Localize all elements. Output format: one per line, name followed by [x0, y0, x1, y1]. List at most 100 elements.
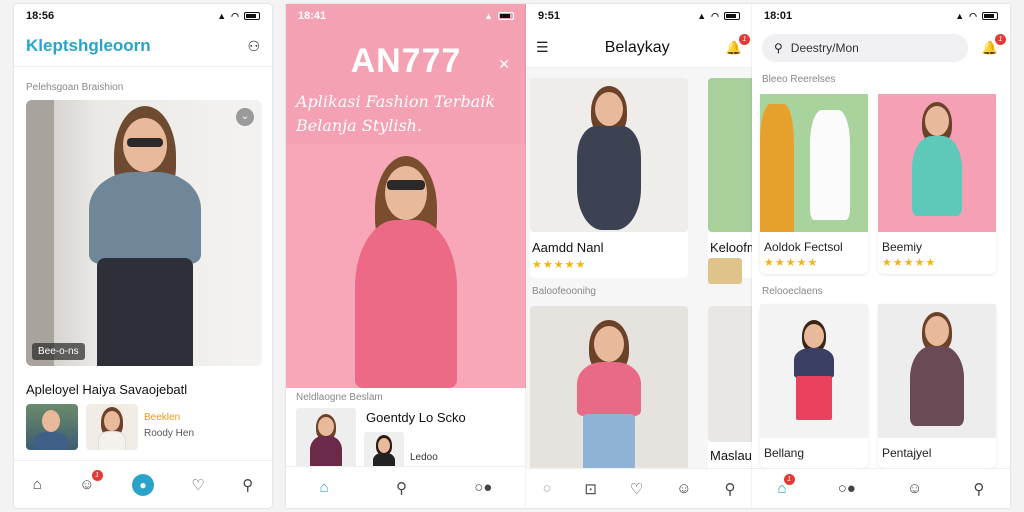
product-title: Apleloyel Haiya Savaojebatl [26, 382, 188, 397]
app-title: Kleptshgleoorn [26, 36, 151, 55]
status-icons: ▲ ◠ [955, 11, 998, 22]
mini-label-1: Beeklen [144, 412, 181, 423]
app-header: ☰ Belaykay 🔔 1 [526, 28, 752, 68]
page-title: Belaykay [604, 38, 670, 56]
search-icon[interactable]: ⚲ [396, 479, 407, 497]
model-figure [559, 82, 659, 232]
bell-icon[interactable]: 🔔 1 [982, 34, 1006, 56]
mini-photo-2[interactable] [364, 432, 404, 470]
product-card-4[interactable]: Pentajyel [878, 304, 996, 468]
bottom-nav: ⌂ ☺ 1 ● ♡ ⚲ [14, 460, 272, 508]
photo-caption: Bee-o-ns [32, 343, 85, 360]
toggle-icon[interactable]: ○● [474, 479, 492, 496]
home-icon[interactable]: ⌂ [320, 479, 329, 496]
search-input[interactable]: ⚲ Deestry/Mon [762, 34, 968, 62]
section-header: Pelehsgoan Braishion [14, 66, 272, 101]
model-figure [784, 318, 844, 438]
notification-badge: 1 [738, 33, 750, 45]
home-icon[interactable]: ⌂ 1 [778, 474, 795, 497]
wifi-icon: ◠ [711, 10, 719, 21]
close-icon[interactable]: ✕ [498, 56, 510, 73]
mini-photo-1[interactable] [26, 404, 78, 450]
product-title: Beemiy [882, 240, 923, 254]
profile-icon[interactable]: ⚲ [242, 476, 253, 494]
signal-icon: ▲ [217, 11, 227, 21]
bottom-nav: ⌂ ⚲ ○● [286, 466, 526, 508]
rating-stars: ★★★★★ [532, 259, 587, 271]
screen-4: 18:01 ▲ ◠ ⚲ Deestry/Mon 🔔 1 Bleeo Reerelse… [752, 4, 1010, 508]
profile-icon[interactable]: ⚲ [725, 480, 736, 498]
battery-icon [982, 12, 998, 20]
toggle-icon[interactable]: ○ [542, 480, 551, 497]
battery-icon [244, 12, 260, 20]
heart-icon[interactable]: ♡ [191, 476, 204, 494]
brand-logo: AN777 [350, 42, 462, 80]
hero-photo[interactable]: ⌄ Bee-o-ns [26, 100, 262, 366]
hero-photo[interactable] [286, 144, 526, 388]
screen-1: 18:56 ▲ ◠ Kleptshgleoorn ⚇ Pelehsgoan Bra… [14, 4, 272, 508]
section-label: Baloofeoonihg [532, 286, 596, 297]
search-icon: ⚲ [774, 41, 783, 55]
product-photo [708, 78, 752, 232]
toggle-icon[interactable]: ○● [838, 480, 856, 497]
product-photo [760, 94, 868, 232]
chat-icon[interactable]: ☺ 1 [79, 470, 103, 493]
status-time: 18:01 [764, 10, 793, 22]
mini-photo-2[interactable] [86, 404, 138, 450]
user-add-icon[interactable]: ⚇ [247, 38, 260, 55]
signal-icon: ▲ [955, 11, 965, 21]
product-card-3[interactable]: Bellang [760, 304, 868, 468]
product-photo [708, 306, 752, 442]
wifi-icon: ◠ [231, 10, 239, 21]
status-time: 18:41 [298, 10, 327, 22]
person-yellow [760, 104, 794, 232]
model-figure [902, 100, 972, 232]
signal-icon: ▲ [484, 11, 493, 21]
wifi-icon: ◠ [969, 10, 977, 21]
chat-icon[interactable]: ☺ [907, 480, 922, 497]
chat-icon[interactable]: ☺ [676, 480, 691, 497]
menu-icon[interactable]: ☰ [536, 39, 549, 56]
bottom-nav: ○ ⊡ ♡ ☺ ⚲ [526, 468, 752, 508]
wall-pillar [26, 100, 54, 366]
status-time: 18:56 [26, 10, 55, 22]
product-title: Keloofm [710, 240, 752, 255]
product-card-2[interactable]: Keloofm [708, 78, 752, 284]
section-label-1: Bleeo Reerelses [762, 74, 836, 85]
section-label-2: Relooeclaens [762, 286, 823, 297]
battery-icon [724, 12, 740, 20]
status-time: 9:51 [538, 10, 561, 22]
product-card-2[interactable]: Beemiy ★★★★★ [878, 94, 996, 274]
product-card-3[interactable] [530, 306, 688, 476]
tagline-2: Belanja Stylish. [296, 116, 423, 135]
product-title: Maslau [710, 448, 752, 463]
product-photo [760, 304, 868, 438]
search-text: Deestry/Mon [790, 41, 859, 55]
product-card-4[interactable]: Maslau [708, 306, 752, 476]
product-card-1[interactable]: Aoldok Fectsol ★★★★★ [760, 94, 868, 274]
rating-stars: ★★★★★ [882, 257, 937, 269]
product-photo [878, 94, 996, 232]
mini-photo-1[interactable] [296, 408, 356, 470]
tagline-1: Aplikasi Fashion Terbaik [296, 92, 496, 111]
status-icons: ▲ [484, 11, 514, 21]
signal-icon: ▲ [697, 11, 707, 21]
thumb-image [708, 258, 742, 284]
section-label: Neldlaogne Beslam [296, 392, 383, 403]
product-title: Goentdy Lo Scko [366, 410, 466, 425]
status-icons: ▲ ◠ [697, 11, 740, 22]
mini-label: Ledoo [410, 452, 438, 463]
center-tab-icon[interactable]: ● [131, 473, 154, 496]
product-title: Aoldok Fectsol [764, 240, 843, 254]
home-icon[interactable]: ⌂ [33, 476, 42, 493]
product-card-1[interactable]: Aamdd Nanl ★★★★★ [530, 78, 688, 278]
notification-badge: 1 [91, 470, 103, 481]
chevron-down-icon[interactable]: ⌄ [236, 108, 254, 126]
bell-icon[interactable]: 🔔 1 [726, 33, 750, 56]
rating-stars: ★★★★★ [764, 257, 819, 269]
heart-icon[interactable]: ♡ [630, 480, 643, 498]
bottom-nav: ⌂ 1 ○● ☺ ⚲ [752, 468, 1010, 508]
product-photo [530, 78, 688, 232]
profile-icon[interactable]: ⚲ [973, 480, 984, 498]
tag-icon[interactable]: ⊡ [584, 480, 597, 498]
